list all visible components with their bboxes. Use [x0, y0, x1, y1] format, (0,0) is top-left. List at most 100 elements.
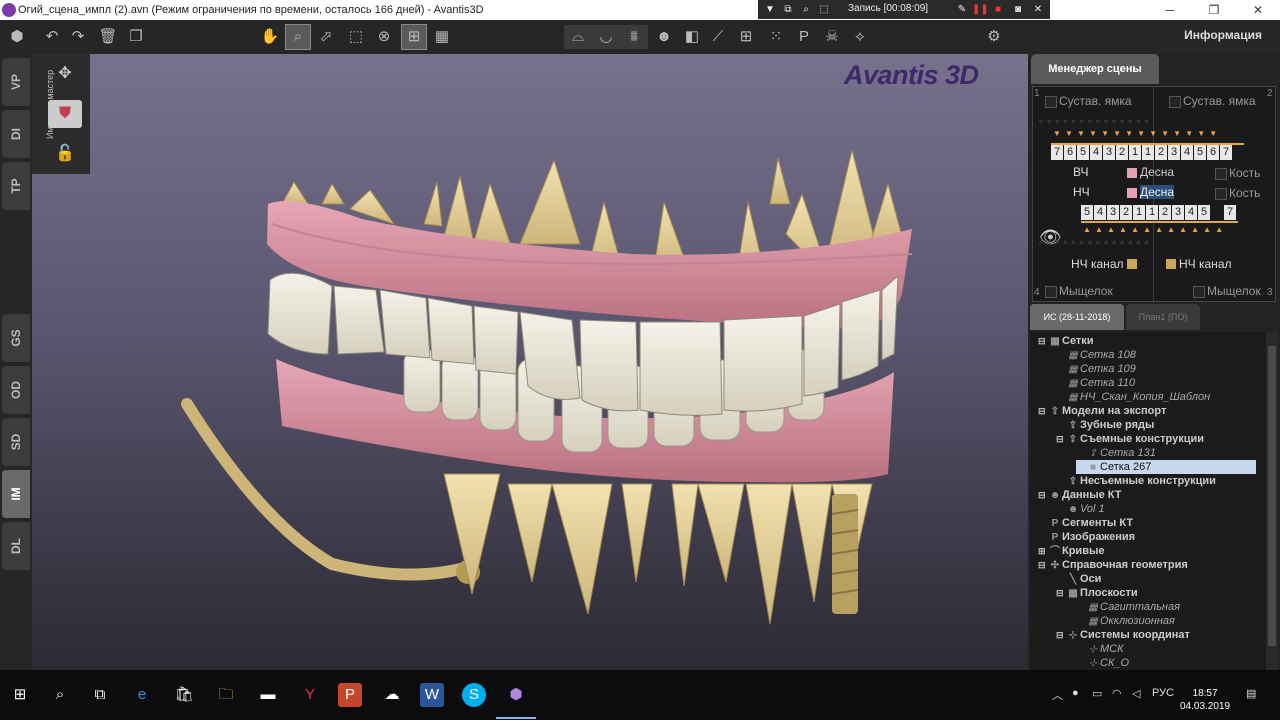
teeth-icon[interactable]: ⩩	[620, 25, 648, 49]
tree-item[interactable]: ⊹ МСК	[1076, 642, 1124, 656]
stop-icon[interactable]: ■	[990, 2, 1006, 17]
tree-item[interactable]: ■ Сетка 267	[1076, 460, 1256, 474]
tree-item[interactable]: ⇪ Несъемные конструкции	[1056, 474, 1216, 488]
file-explorer-icon[interactable]: 🗀	[214, 683, 238, 707]
tooth-cell[interactable]: 5	[1194, 145, 1206, 160]
tab-plan-1[interactable]: План1 (ПО)	[1126, 304, 1200, 330]
redo-icon[interactable]: ↷	[66, 25, 90, 49]
tree-item[interactable]: ▦ Сетка 110	[1056, 376, 1135, 390]
tab-tp[interactable]: TP	[2, 162, 30, 210]
box-select-icon[interactable]: ⬚	[344, 25, 368, 49]
region-icon[interactable]: ⬚	[816, 2, 832, 17]
volume-icon[interactable]: ◁	[1132, 687, 1140, 700]
tree-item[interactable]: ☻ Vol 1	[1056, 502, 1105, 516]
implant-icon[interactable]: ⛊	[48, 100, 82, 128]
hand-tool-icon[interactable]: ✋	[258, 25, 282, 49]
tmj-right-checkbox[interactable]: Сустав. ямка	[1169, 91, 1256, 111]
notifications-icon[interactable]: ▤	[1246, 687, 1256, 700]
app-menu-icon[interactable]: ⬢	[4, 25, 30, 49]
camera-icon[interactable]: ◙	[1010, 2, 1026, 17]
tree-scrollbar[interactable]	[1266, 332, 1278, 670]
skype-icon[interactable]: S	[462, 683, 486, 707]
pen-icon[interactable]: ✎	[954, 2, 970, 17]
head-view-icon[interactable]: ☻	[652, 25, 676, 49]
tab-dl[interactable]: DL	[2, 522, 30, 570]
yandex-browser-icon[interactable]: Y	[298, 683, 322, 707]
canal-right-toggle[interactable]: НЧ канал	[1163, 257, 1232, 271]
gum-lower-toggle[interactable]: Десна	[1127, 185, 1175, 199]
tab-sd[interactable]: SD	[2, 418, 30, 466]
tree-item[interactable]: ▦ Сетка 109	[1056, 362, 1136, 376]
info-label[interactable]: Информация	[1184, 28, 1262, 42]
lower-arch-icon[interactable]: ◡	[592, 25, 620, 49]
bone-lower-checkbox[interactable]: Кость	[1215, 183, 1260, 203]
search-icon[interactable]: ⌕	[48, 683, 72, 707]
expand-toggle-icon[interactable]: ⊟	[1038, 558, 1048, 572]
edge-icon[interactable]: e	[130, 683, 154, 707]
tooth-cell[interactable]: 7	[1051, 145, 1063, 160]
tooth-cell[interactable]: 3	[1172, 205, 1184, 220]
tree-item[interactable]: P Изображения	[1038, 530, 1135, 544]
tab-gs[interactable]: GS	[2, 314, 30, 362]
tooth-cell[interactable]: 6	[1064, 145, 1076, 160]
tooth-cell[interactable]: 4	[1094, 205, 1106, 220]
tooth-cell[interactable]: 4	[1181, 145, 1193, 160]
tree-item[interactable]: ⊟ ⇪ Модели на экспорт	[1038, 404, 1166, 418]
clock[interactable]: 18:57 04.03.2019	[1180, 687, 1230, 713]
word-icon[interactable]: W	[420, 683, 444, 707]
tooth-cell[interactable]: 6	[1207, 145, 1219, 160]
tab-scene-manager[interactable]: Менеджер сцены	[1031, 54, 1159, 84]
tree-item[interactable]: ⇪ Сетка 131	[1076, 446, 1156, 460]
tooth-cell[interactable]: 2	[1159, 205, 1171, 220]
wifi-icon[interactable]: ◠	[1112, 687, 1122, 700]
windows-start-icon[interactable]: ⊞	[8, 683, 32, 707]
panels-icon[interactable]: ◧	[680, 25, 704, 49]
tree-item[interactable]: ▦ Сетка 108	[1056, 348, 1136, 362]
tree-item[interactable]: ⇪ Зубные ряды	[1056, 418, 1155, 432]
tree-item[interactable]: ⊟ ▦ Плоскости	[1056, 586, 1138, 600]
tooth-cell[interactable]: 3	[1103, 145, 1115, 160]
collapse-icon[interactable]: ▼	[762, 2, 778, 17]
tooth-cell[interactable]: 2	[1120, 205, 1132, 220]
ruler-icon[interactable]: ⟋	[706, 25, 730, 49]
expand-toggle-icon[interactable]: ⊟	[1038, 404, 1048, 418]
expand-toggle-icon[interactable]: ⊟	[1056, 586, 1066, 600]
tooth-cell[interactable]: 5	[1081, 205, 1093, 220]
tooth-cell[interactable]: 2	[1116, 145, 1128, 160]
condyle-left-checkbox[interactable]: Мыщелок	[1045, 281, 1113, 301]
avantis3d-taskbar-icon[interactable]: ⬢	[496, 683, 536, 719]
tooth-cell[interactable]: 3	[1107, 205, 1119, 220]
lasso-icon[interactable]: ⊗	[372, 25, 396, 49]
tree-item[interactable]: ⊹ СК_О	[1076, 656, 1129, 670]
tree-item[interactable]: ⊟ ▦ Сетки	[1038, 334, 1094, 348]
dots-grid-icon[interactable]: ⁙	[764, 25, 788, 49]
undo-icon[interactable]: ↶	[40, 25, 64, 49]
dental-app-icon[interactable]: ☁	[380, 683, 404, 707]
move-implant-icon[interactable]: ✥	[48, 60, 82, 88]
delete-icon[interactable]: 🗑	[96, 25, 120, 49]
tree-item[interactable]: ⊟ ⇪ Съемные конструкции	[1056, 432, 1204, 446]
tooth-cell-empty[interactable]	[1211, 205, 1223, 220]
tab-im[interactable]: IM	[2, 470, 30, 518]
canal-left-toggle[interactable]: НЧ канал	[1071, 257, 1140, 271]
tree-item[interactable]: ⊟ ✣ Справочная геометрия	[1038, 558, 1188, 572]
tooth-cell[interactable]: 5	[1077, 145, 1089, 160]
tree-item[interactable]: ⊟ ☻ Данные КТ	[1038, 488, 1122, 502]
tree-item[interactable]: P Сегменты КТ	[1038, 516, 1133, 530]
expand-toggle-icon[interactable]: ⊟	[1038, 488, 1048, 502]
tmj-left-checkbox[interactable]: Сустав. ямка	[1045, 91, 1132, 111]
minimize-button[interactable]: ─	[1148, 0, 1192, 20]
tooth-cell[interactable]: 4	[1090, 145, 1102, 160]
powerpoint-icon[interactable]: P	[338, 683, 362, 707]
expand-toggle-icon[interactable]: ⊟	[1056, 432, 1066, 446]
tooth-cell[interactable]: 1	[1146, 205, 1158, 220]
grid-icon[interactable]: ⊞	[734, 25, 758, 49]
tooth-cell[interactable]: 4	[1185, 205, 1197, 220]
upper-arch-icon[interactable]: ⌓	[564, 25, 592, 49]
tooth-cell[interactable]: 7	[1224, 205, 1236, 220]
3d-viewport[interactable]: Avantis 3D	[32, 54, 1028, 670]
search-icon[interactable]: ⌕	[798, 2, 814, 17]
tooth-cell[interactable]: 3	[1168, 145, 1180, 160]
tray-chevron-icon[interactable]: ︿	[1052, 687, 1063, 703]
expand-toggle-icon[interactable]: ⊟	[1056, 628, 1066, 642]
